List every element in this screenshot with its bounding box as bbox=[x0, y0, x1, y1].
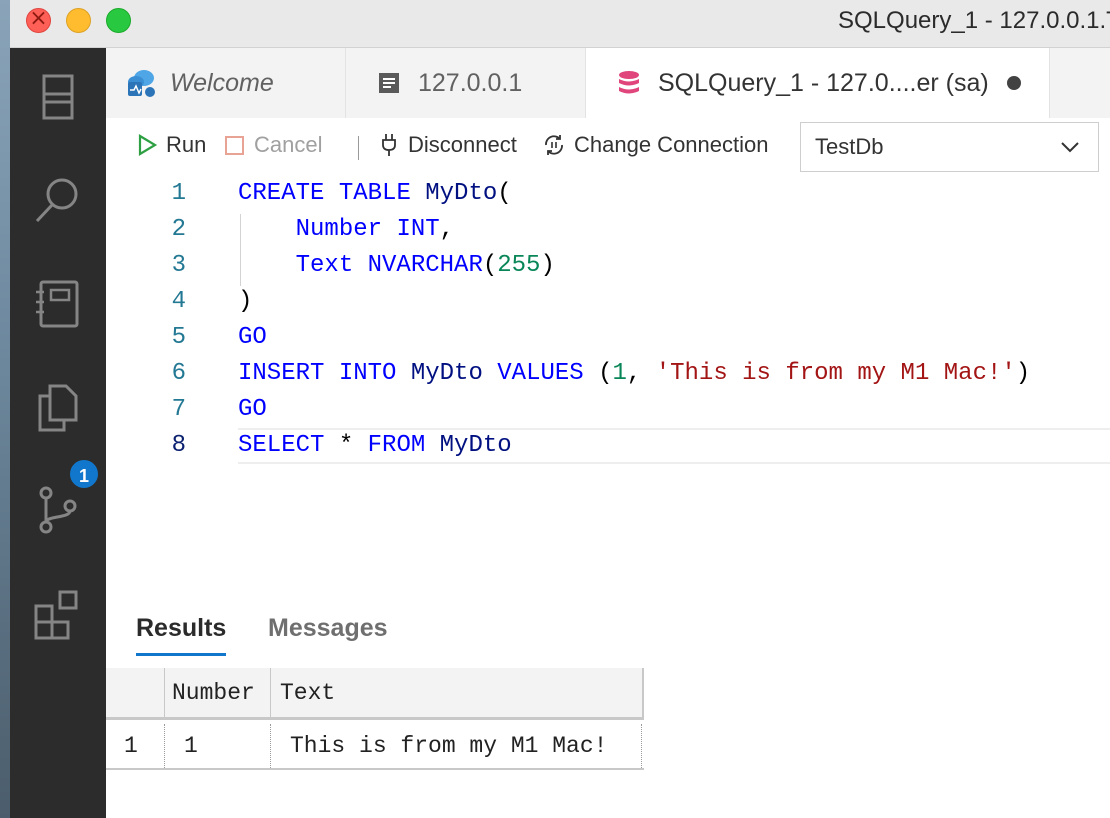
line-number: 2 bbox=[171, 216, 186, 243]
line-number: 4 bbox=[171, 288, 186, 315]
tab-server[interactable]: 127.0.0.1 bbox=[346, 48, 586, 118]
tab-sqlquery-label: SQLQuery_1 - 127.0....er (sa) bbox=[658, 68, 989, 97]
tab-messages[interactable]: Messages bbox=[268, 614, 388, 643]
run-label: Run bbox=[166, 132, 207, 157]
column-header-number[interactable]: Number bbox=[172, 668, 255, 718]
notebook-icon[interactable] bbox=[32, 278, 84, 330]
code-line: ) bbox=[238, 288, 253, 315]
code-line: GO bbox=[238, 324, 267, 351]
database-icon bbox=[612, 66, 646, 100]
database-select[interactable]: TestDb bbox=[800, 122, 1099, 172]
code-line: Number INT, bbox=[295, 216, 455, 243]
minimize-window-button[interactable] bbox=[66, 8, 91, 33]
line-number: 3 bbox=[171, 252, 186, 279]
cancel-label: Cancel bbox=[254, 132, 323, 157]
change-connection-button[interactable]: Change Connection bbox=[542, 132, 768, 158]
code-line: SELECT * FROM MyDto bbox=[238, 432, 512, 459]
grid-divider bbox=[164, 668, 165, 720]
title-bar: SQLQuery_1 - 127.0.0.1.T bbox=[10, 0, 1110, 48]
activity-bar: 1 bbox=[10, 48, 106, 818]
toolbar-separator bbox=[358, 136, 359, 160]
code-line: GO bbox=[238, 396, 267, 423]
code-line: Text NVARCHAR(255) bbox=[295, 252, 555, 279]
tab-welcome-label: Welcome bbox=[170, 68, 274, 97]
line-number: 1 bbox=[171, 180, 186, 207]
code-line: INSERT INTO MyDto VALUES (1, 'This is fr… bbox=[238, 360, 1031, 387]
disconnect-button[interactable]: Disconnect bbox=[378, 132, 517, 158]
grid-divider bbox=[641, 724, 642, 768]
tab-sqlquery[interactable]: SQLQuery_1 - 127.0....er (sa) bbox=[586, 48, 1050, 118]
grid-divider bbox=[270, 668, 271, 720]
search-icon[interactable] bbox=[32, 174, 84, 226]
explorer-icon[interactable] bbox=[32, 382, 84, 434]
stop-icon bbox=[225, 136, 244, 155]
table-cell[interactable]: This is from my M1 Mac! bbox=[290, 724, 607, 768]
line-number: 7 bbox=[171, 396, 186, 423]
line-number: 6 bbox=[171, 360, 186, 387]
maximize-window-button[interactable] bbox=[106, 8, 131, 33]
database-select-value: TestDb bbox=[815, 134, 884, 159]
tab-results[interactable]: Results bbox=[136, 614, 227, 656]
table-cell[interactable]: 1 bbox=[184, 724, 198, 768]
close-window-button[interactable] bbox=[26, 6, 51, 33]
results-grid[interactable]: Number Text 1 1 This is from my M1 Mac! bbox=[106, 668, 644, 773]
code-line: CREATE TABLE MyDto( bbox=[238, 180, 512, 207]
window-title: SQLQuery_1 - 127.0.0.1.T bbox=[838, 7, 1110, 34]
results-tab-bar: Results Messages bbox=[106, 598, 1110, 662]
column-header-text[interactable]: Text bbox=[280, 668, 335, 718]
cancel-button[interactable]: Cancel bbox=[224, 132, 322, 158]
line-number: 5 bbox=[171, 324, 186, 351]
grid-divider bbox=[270, 724, 271, 768]
server-dashboard-icon bbox=[372, 66, 406, 100]
welcome-cloud-icon bbox=[124, 66, 158, 100]
disconnect-label: Disconnect bbox=[408, 132, 517, 157]
editor-tab-bar: Welcome 127.0.0.1 SQLQuery_1 - 127.0....… bbox=[106, 48, 1110, 118]
tab-welcome[interactable]: Welcome bbox=[106, 48, 346, 118]
chevron-down-icon bbox=[1061, 142, 1079, 153]
change-connection-icon bbox=[545, 135, 563, 155]
query-toolbar: Run Cancel Disconnect Change Connection … bbox=[106, 118, 1110, 178]
row-divider bbox=[106, 768, 644, 770]
change-connection-label: Change Connection bbox=[574, 132, 769, 157]
source-control-icon[interactable] bbox=[32, 484, 84, 536]
line-number: 8 bbox=[171, 432, 186, 459]
servers-icon[interactable] bbox=[32, 72, 84, 124]
grid-divider bbox=[164, 724, 165, 768]
sql-editor[interactable]: 1 2 3 4 5 6 7 8 CREATE TABLE MyDto( Numb… bbox=[106, 178, 1110, 598]
play-icon bbox=[138, 134, 158, 156]
desktop-background bbox=[0, 0, 10, 818]
tab-server-label: 127.0.0.1 bbox=[418, 68, 523, 97]
unsaved-dot-icon[interactable] bbox=[1006, 76, 1021, 90]
extensions-icon[interactable] bbox=[32, 588, 84, 640]
plug-icon bbox=[382, 134, 396, 156]
row-number: 1 bbox=[124, 733, 138, 759]
run-button[interactable]: Run bbox=[136, 132, 206, 158]
